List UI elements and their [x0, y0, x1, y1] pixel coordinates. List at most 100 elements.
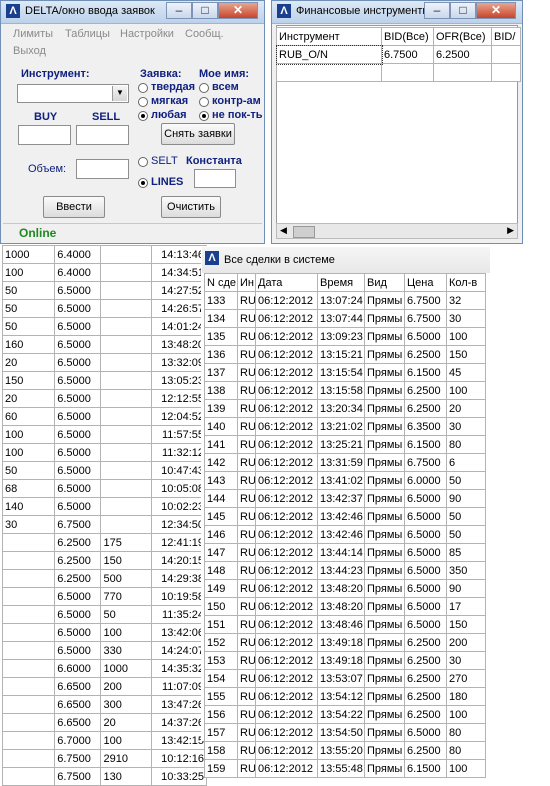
maximize-button[interactable]: □ — [450, 2, 476, 19]
constant-input[interactable] — [194, 169, 236, 188]
table-row[interactable]: 145 RU 06:12:2012 13:42:46 Прямы 6.5000 50 — [204, 507, 486, 526]
enter-button[interactable]: Ввести — [43, 196, 105, 218]
table-row[interactable]: 139 RU 06:12:2012 13:20:34 Прямы 6.2500 20 — [204, 399, 486, 418]
table-row[interactable]: 144 RU 06:12:2012 13:42:37 Прямы 6.5000 90 — [204, 489, 486, 508]
table-row[interactable]: 6.2500 150 14:20:15 — [1, 551, 208, 570]
table-row[interactable]: 147 RU 06:12:2012 13:44:14 Прямы 6.5000 85 — [204, 543, 486, 562]
table-row[interactable]: 158 RU 06:12:2012 13:55:20 Прямы 6.2500 80 — [204, 741, 486, 760]
close-button[interactable]: ✕ — [476, 2, 516, 19]
table-row[interactable]: 100 6.4000 14:34:51 — [1, 263, 208, 282]
table-row[interactable]: 157 RU 06:12:2012 13:54:50 Прямы 6.5000 80 — [204, 723, 486, 742]
table-row[interactable]: RUB_O/N 6.7500 6.2500 — [275, 44, 521, 65]
table-cell: 175 — [100, 533, 152, 552]
table-row[interactable]: 156 RU 06:12:2012 13:54:22 Прямы 6.2500 100 — [204, 705, 486, 724]
table-row[interactable]: 6.7500 130 10:33:25 — [1, 767, 208, 786]
order-radio-soft[interactable] — [138, 97, 148, 107]
menu-messages[interactable]: Сообщ. — [185, 28, 224, 40]
table-row[interactable]: 160 6.5000 13:48:20 — [1, 335, 208, 354]
table-row[interactable]: 6.6000 1000 14:35:32 — [1, 659, 208, 678]
name-radio-counterparty[interactable] — [199, 97, 209, 107]
table-row[interactable]: 6.5000 50 11:35:24 — [1, 605, 208, 624]
table-row[interactable]: 100 6.5000 11:57:55 — [1, 425, 208, 444]
table-row[interactable]: 159 RU 06:12:2012 13:55:48 Прямы 6.1500 100 — [204, 759, 486, 778]
menu-exit[interactable]: Выход — [13, 45, 46, 57]
table-row[interactable]: 6.6500 200 11:07:09 — [1, 677, 208, 696]
table-row[interactable]: 153 RU 06:12:2012 13:49:18 Прямы 6.2500 30 — [204, 651, 486, 670]
fin-titlebar[interactable]: Λ Финансовые инструменты – □ ✕ — [272, 1, 522, 24]
table-cell: 6.5000 — [54, 335, 102, 354]
table-row[interactable]: 148 RU 06:12:2012 13:44:23 Прямы 6.5000 350 — [204, 561, 486, 580]
horizontal-scrollbar[interactable]: ◀ ▶ — [276, 223, 518, 239]
scroll-left-icon[interactable]: ◀ — [280, 225, 287, 236]
table-row[interactable]: 150 RU 06:12:2012 13:48:20 Прямы 6.5000 17 — [204, 597, 486, 616]
menu-settings[interactable]: Настройки — [120, 28, 174, 40]
table-row[interactable]: 149 RU 06:12:2012 13:48:20 Прямы 6.5000 90 — [204, 579, 486, 598]
table-row[interactable]: 146 RU 06:12:2012 13:42:46 Прямы 6.5000 50 — [204, 525, 486, 544]
table-row[interactable]: 50 6.5000 14:27:52 — [1, 281, 208, 300]
table-row[interactable]: 50 6.5000 10:47:43 — [1, 461, 208, 480]
order-titlebar[interactable]: Λ DELTA/окно ввода заявок – □ ✕ — [1, 1, 264, 24]
menu-limits[interactable]: Лимиты — [13, 28, 53, 40]
table-row[interactable]: 6.5000 770 10:19:58 — [1, 587, 208, 606]
table-row[interactable]: 151 RU 06:12:2012 13:48:46 Прямы 6.5000 150 — [204, 615, 486, 634]
maximize-button[interactable]: □ — [192, 2, 218, 19]
table-row[interactable]: 154 RU 06:12:2012 13:53:07 Прямы 6.2500 270 — [204, 669, 486, 688]
clear-button[interactable]: Очистить — [161, 196, 221, 218]
deals-titlebar[interactable]: Λ Все сделки в системе — [202, 247, 490, 273]
minimize-button[interactable]: – — [166, 2, 192, 19]
table-row[interactable]: 30 6.7500 12:34:50 — [1, 515, 208, 534]
name-radio-all[interactable] — [199, 83, 209, 93]
volume-label: Объем: — [28, 163, 67, 175]
table-row[interactable]: 20 6.5000 12:12:55 — [1, 389, 208, 408]
lines-radio[interactable] — [138, 178, 148, 188]
scroll-thumb[interactable] — [293, 226, 315, 238]
table-row[interactable]: 134 RU 06:12:2012 13:07:44 Прямы 6.7500 30 — [204, 309, 486, 328]
table-row[interactable]: 150 6.5000 13:05:23 — [1, 371, 208, 390]
table-row[interactable]: 140 RU 06:12:2012 13:21:02 Прямы 6.3500 30 — [204, 417, 486, 436]
table-row[interactable]: 60 6.5000 12:04:52 — [1, 407, 208, 426]
table-row[interactable]: 20 6.5000 13:32:09 — [1, 353, 208, 372]
sell-price-input[interactable] — [76, 125, 129, 145]
table-row[interactable]: 138 RU 06:12:2012 13:15:58 Прямы 6.2500 100 — [204, 381, 486, 400]
table-row[interactable]: 155 RU 06:12:2012 13:54:12 Прямы 6.2500 180 — [204, 687, 486, 706]
order-radio-firm[interactable] — [138, 83, 148, 93]
table-row[interactable]: 1000 6.4000 14:13:46 — [1, 245, 208, 264]
table-cell: Прямы — [364, 345, 405, 364]
table-row[interactable]: 135 RU 06:12:2012 13:09:23 Прямы 6.5000 100 — [204, 327, 486, 346]
table-row[interactable]: 68 6.5000 10:05:08 — [1, 479, 208, 498]
scroll-right-icon[interactable]: ▶ — [507, 225, 514, 236]
table-row[interactable]: 6.2500 500 14:29:38 — [1, 569, 208, 588]
selt-radio[interactable] — [138, 157, 148, 167]
table-row[interactable]: 100 6.5000 11:32:12 — [1, 443, 208, 462]
table-cell: Прямы — [364, 507, 405, 526]
minimize-button[interactable]: – — [424, 2, 450, 19]
table-cell: 06:12:2012 — [255, 561, 318, 580]
chevron-down-icon[interactable]: ▼ — [112, 86, 127, 101]
cancel-orders-button[interactable]: Снять заявки — [161, 123, 235, 145]
buy-price-input[interactable] — [18, 125, 71, 145]
table-row[interactable]: 6.6500 20 14:37:26 — [1, 713, 208, 732]
table-row[interactable]: 142 RU 06:12:2012 13:31:59 Прямы 6.7500 6 — [204, 453, 486, 472]
table-row[interactable]: 6.7500 2910 10:12:16 — [1, 749, 208, 768]
table-row[interactable]: 133 RU 06:12:2012 13:07:24 Прямы 6.7500 32 — [204, 291, 486, 310]
table-row[interactable]: 6.6500 300 13:47:26 — [1, 695, 208, 714]
table-row[interactable]: 140 6.5000 10:02:23 — [1, 497, 208, 516]
table-row[interactable]: 136 RU 06:12:2012 13:15:21 Прямы 6.2500 150 — [204, 345, 486, 364]
close-button[interactable]: ✕ — [218, 2, 258, 19]
table-row[interactable]: 141 RU 06:12:2012 13:25:21 Прямы 6.1500 80 — [204, 435, 486, 454]
instrument-select[interactable]: ▼ — [17, 84, 129, 103]
table-row[interactable]: 143 RU 06:12:2012 13:41:02 Прямы 6.0000 50 — [204, 471, 486, 490]
order-radio-any[interactable] — [138, 111, 148, 121]
name-radio-hide[interactable] — [199, 111, 209, 121]
menu-tables[interactable]: Таблицы — [65, 28, 110, 40]
table-row[interactable]: 6.5000 100 13:42:06 — [1, 623, 208, 642]
volume-input[interactable] — [76, 159, 129, 179]
table-row[interactable]: 6.2500 175 12:41:19 — [1, 533, 208, 552]
table-row[interactable]: 137 RU 06:12:2012 13:15:54 Прямы 6.1500 45 — [204, 363, 486, 382]
table-row[interactable]: 50 6.5000 14:01:24 — [1, 317, 208, 336]
table-row[interactable]: 152 RU 06:12:2012 13:49:18 Прямы 6.2500 200 — [204, 633, 486, 652]
table-row[interactable]: 6.5000 330 14:24:07 — [1, 641, 208, 660]
table-cell: 13:25:21 — [317, 435, 365, 454]
table-cell — [100, 317, 152, 336]
table-row[interactable]: 50 6.5000 14:26:57 — [1, 299, 208, 318]
